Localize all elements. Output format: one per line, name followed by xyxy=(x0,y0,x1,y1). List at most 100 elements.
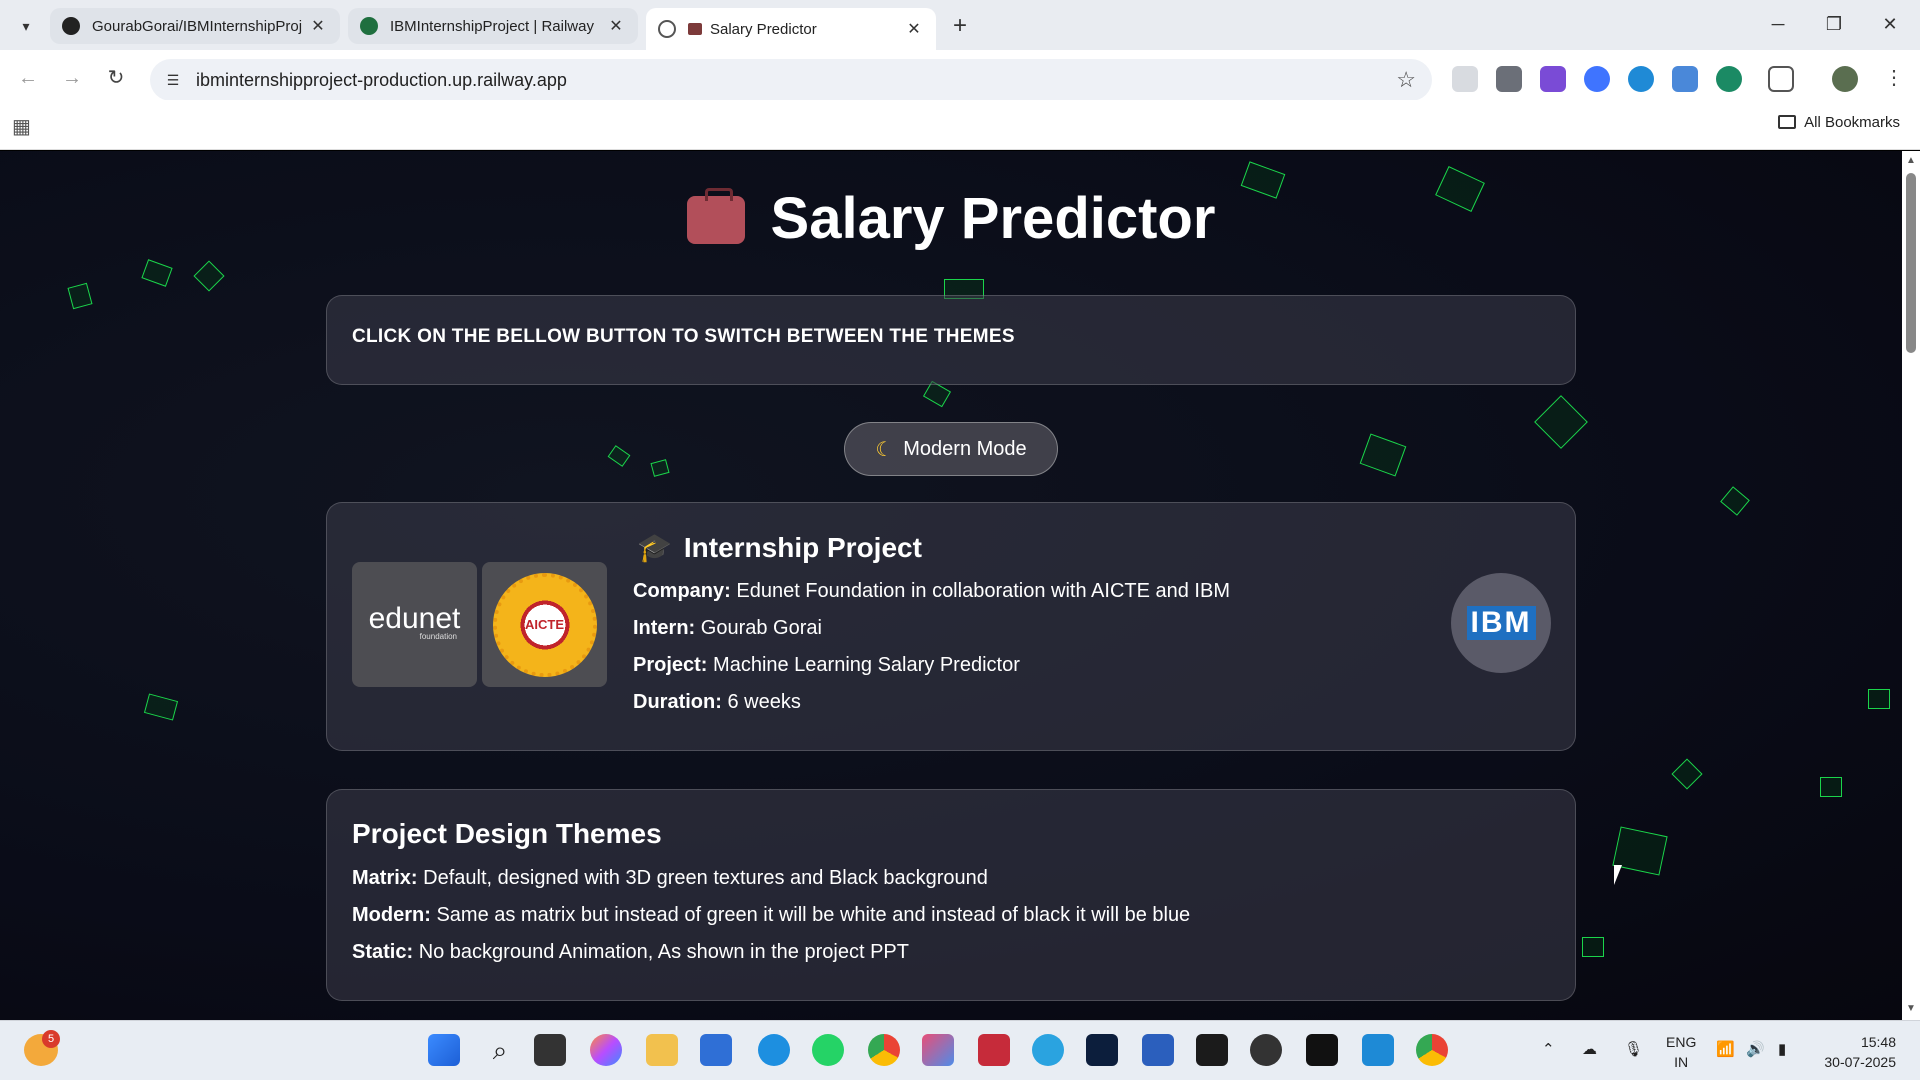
scroll-down-arrow-icon[interactable]: ▼ xyxy=(1906,1003,1916,1014)
internship-title: 🎓 Internship Project xyxy=(637,531,922,564)
theme-desc: Same as matrix but instead of green it w… xyxy=(436,904,1191,926)
upwork-extension-icon[interactable] xyxy=(1716,66,1742,92)
tab-title: IBMInternshipProject | Railway xyxy=(390,17,594,35)
task-view-icon[interactable] xyxy=(534,1034,566,1066)
github-icon xyxy=(62,17,80,35)
volume-icon[interactable]: 🔊 xyxy=(1746,1040,1765,1058)
floating-glyph xyxy=(1582,937,1604,957)
wifi-icon[interactable]: 📶 xyxy=(1716,1040,1735,1058)
theme-notice-card: CLICK ON THE BELLOW BUTTON TO SWITCH BET… xyxy=(326,295,1576,385)
search-icon[interactable]: ⌕ xyxy=(484,1034,516,1066)
taskbar-clock[interactable]: 15:48 30-07-2025 xyxy=(1824,1032,1896,1072)
brave-icon[interactable] xyxy=(978,1034,1010,1066)
railway-icon xyxy=(360,17,378,35)
floating-glyph xyxy=(1534,395,1588,449)
design-themes-card: Project Design Themes Matrix: Default, d… xyxy=(326,789,1576,1001)
extensions-puzzle-icon[interactable] xyxy=(1768,66,1794,92)
theme-row-static: Static: No background Animation, As show… xyxy=(352,941,909,964)
extension-5-icon[interactable] xyxy=(1628,66,1654,92)
all-bookmarks-button[interactable]: All Bookmarks xyxy=(1778,114,1900,131)
edge-dev-icon[interactable] xyxy=(758,1034,790,1066)
theme-name: Modern: xyxy=(352,904,431,926)
page-scrollbar[interactable]: ▲ ▼ xyxy=(1902,151,1920,1020)
extension-2-icon[interactable] xyxy=(1496,66,1522,92)
close-tab-icon[interactable]: ✕ xyxy=(904,19,924,39)
telegram-icon[interactable] xyxy=(1032,1034,1064,1066)
page-title-text: Salary Predictor xyxy=(770,186,1216,251)
extension-3-icon[interactable] xyxy=(1540,66,1566,92)
profile-avatar[interactable] xyxy=(1832,66,1858,92)
tab-railway[interactable]: IBMInternshipProject | Railway ✕ xyxy=(348,8,638,44)
scrollbar-thumb[interactable] xyxy=(1906,173,1916,353)
extension-1-icon[interactable] xyxy=(1452,66,1478,92)
reload-icon[interactable]: ↻ xyxy=(102,64,130,92)
company-row: Company: Edunet Foundation in collaborat… xyxy=(633,580,1230,603)
briefcase-icon xyxy=(686,188,745,244)
chrome-active-icon[interactable] xyxy=(1416,1034,1448,1066)
bookmark-star-icon[interactable]: ☆ xyxy=(1396,67,1416,93)
extension-4-icon[interactable] xyxy=(1584,66,1610,92)
tab-github[interactable]: GourabGorai/IBMInternshipProj ✕ xyxy=(50,8,340,44)
aicte-logo-text: AICTE xyxy=(525,617,564,632)
menu-kebab-icon[interactable]: ⋮ xyxy=(1880,64,1908,92)
tray-chevron-icon[interactable]: ⌃ xyxy=(1542,1040,1555,1058)
edunet-logo-text: edunet xyxy=(368,602,461,635)
microphone-icon[interactable]: 🎙 xyxy=(1624,1040,1643,1058)
windows-start-icon[interactable] xyxy=(428,1034,460,1066)
theme-toggle-label: Modern Mode xyxy=(903,437,1027,460)
weather-badge: 5 xyxy=(42,1030,60,1048)
close-window-icon[interactable]: ✕ xyxy=(1862,8,1918,40)
restore-icon[interactable]: ❐ xyxy=(1806,8,1862,40)
minimize-icon[interactable]: ─ xyxy=(1750,8,1806,40)
internship-card: edunet foundation AICTE 🎓 Internship Proj… xyxy=(326,502,1576,751)
tab-search-chevron-icon[interactable]: ▾ xyxy=(12,12,40,40)
language-indicator[interactable]: ENG IN xyxy=(1666,1032,1696,1072)
clock-time: 15:48 xyxy=(1860,1034,1896,1050)
obs-icon[interactable] xyxy=(1250,1034,1282,1066)
close-tab-icon[interactable]: ✕ xyxy=(308,16,328,36)
theme-toggle-button[interactable]: ☾ Modern Mode xyxy=(844,422,1058,476)
vscode-icon[interactable] xyxy=(1362,1034,1394,1066)
file-explorer-icon[interactable] xyxy=(646,1034,678,1066)
lang-line1: ENG xyxy=(1666,1034,1697,1050)
site-info-icon[interactable]: ☰ xyxy=(162,69,184,91)
theme-notice-text: CLICK ON THE BELLOW BUTTON TO SWITCH BET… xyxy=(352,326,1015,347)
page-title: Salary Predictor xyxy=(0,185,1902,252)
intern-row: Intern: Gourab Gorai xyxy=(633,617,822,640)
chrome-icon[interactable] xyxy=(868,1034,900,1066)
edunet-logo-subtext: foundation xyxy=(419,632,457,641)
word-icon[interactable] xyxy=(1142,1034,1174,1066)
clock-date: 30-07-2025 xyxy=(1824,1054,1896,1070)
app-icon[interactable] xyxy=(1306,1034,1338,1066)
pycharm-icon[interactable] xyxy=(1196,1034,1228,1066)
new-tab-button[interactable]: + xyxy=(944,10,976,42)
project-label: Project: xyxy=(633,654,708,676)
company-label: Company: xyxy=(633,580,731,602)
battery-icon[interactable]: ▮ xyxy=(1778,1040,1786,1058)
theme-name: Static: xyxy=(352,941,414,963)
floating-glyph xyxy=(1820,777,1842,797)
copilot-icon[interactable] xyxy=(590,1034,622,1066)
forward-icon[interactable]: → xyxy=(58,64,86,92)
tab-salary-predictor[interactable]: Salary Predictor ✕ xyxy=(646,8,936,50)
url-text: ibminternshipproject-production.up.railw… xyxy=(196,70,567,90)
floating-glyph xyxy=(141,259,173,287)
floating-glyph xyxy=(1359,433,1407,477)
theme-row-matrix: Matrix: Default, designed with 3D green … xyxy=(352,867,988,890)
whatsapp-icon[interactable] xyxy=(812,1034,844,1066)
scroll-up-arrow-icon[interactable]: ▲ xyxy=(1906,155,1916,166)
folder-icon xyxy=(1778,115,1797,129)
floating-glyph xyxy=(1868,689,1890,709)
microsoft-store-icon[interactable] xyxy=(700,1034,732,1066)
pdf-extension-icon[interactable] xyxy=(1672,66,1698,92)
m365-icon[interactable] xyxy=(922,1034,954,1066)
close-tab-icon[interactable]: ✕ xyxy=(606,16,626,36)
apps-grid-icon[interactable]: ▦ xyxy=(12,114,34,138)
duration-value: 6 weeks xyxy=(727,691,801,713)
back-icon[interactable]: ← xyxy=(14,64,42,92)
address-bar[interactable]: ☰ ibminternshipproject-production.up.rai… xyxy=(150,59,1432,101)
onedrive-icon[interactable]: ☁ xyxy=(1582,1040,1597,1058)
photoshop-icon[interactable] xyxy=(1086,1034,1118,1066)
theme-desc: No background Animation, As shown in the… xyxy=(418,941,909,963)
project-value: Machine Learning Salary Predictor xyxy=(713,654,1020,676)
